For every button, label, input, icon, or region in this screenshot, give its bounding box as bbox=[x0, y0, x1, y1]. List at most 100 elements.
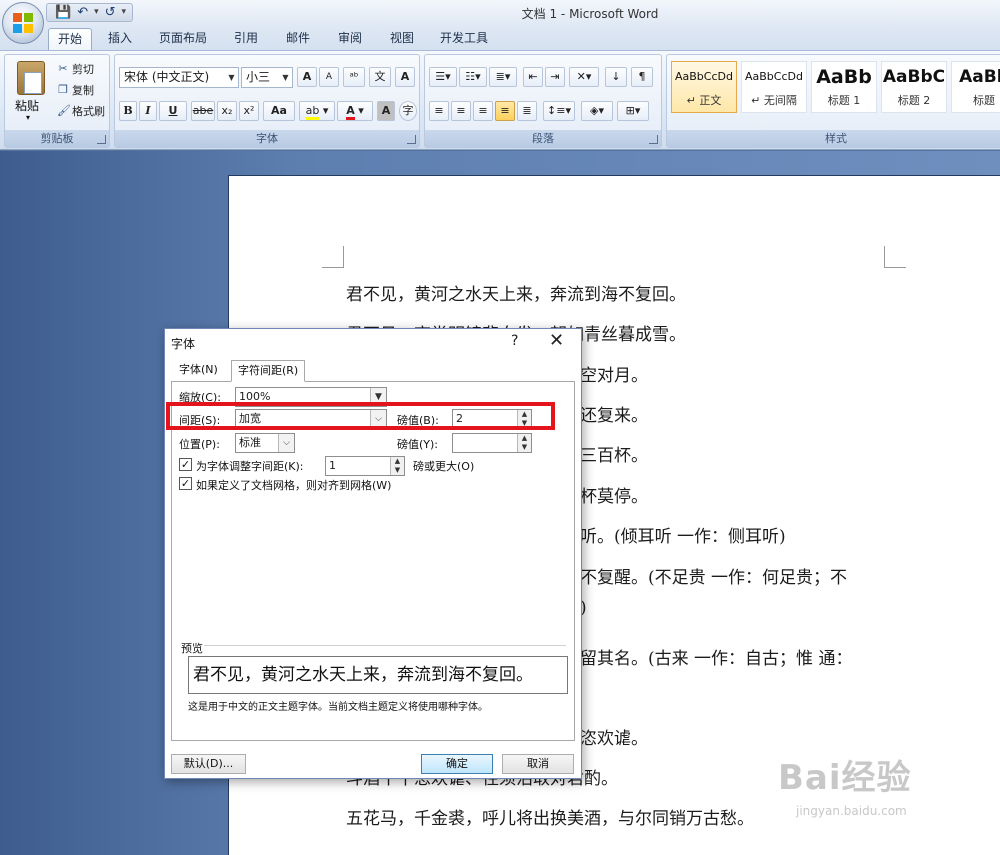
spinner[interactable]: ▲ ▼ bbox=[517, 434, 531, 452]
align-right-icon[interactable]: ≡ bbox=[473, 101, 493, 121]
tab-character-spacing[interactable]: 字符间距(R) bbox=[231, 360, 306, 382]
kerning-value: 1 bbox=[329, 459, 336, 472]
char-shading-icon[interactable]: A bbox=[377, 101, 395, 121]
customize-toolbar-icon[interactable]: ▾ bbox=[122, 4, 127, 21]
close-icon[interactable]: ✕ bbox=[549, 330, 564, 351]
doc-line[interactable]: 三百杯。 bbox=[580, 441, 648, 466]
multilevel-list-icon[interactable]: ≣▾ bbox=[489, 67, 517, 87]
numbering-icon[interactable]: ☷▾ bbox=[459, 67, 487, 87]
change-case-button[interactable]: Aa bbox=[263, 101, 295, 121]
doc-line[interactable]: 空对月。 bbox=[580, 361, 648, 386]
doc-line[interactable]: 留其名。(古来 一作：自古；惟 通： bbox=[580, 644, 852, 669]
clear-format-icon[interactable]: ᵃᵇ bbox=[343, 67, 365, 87]
position-by-input[interactable]: ▲ ▼ bbox=[452, 433, 532, 453]
shrink-font-button[interactable]: A bbox=[319, 67, 339, 87]
watermark-brand: Bai经验 bbox=[778, 758, 912, 798]
style-title[interactable]: AaBb 标题 bbox=[951, 61, 1000, 113]
superscript-button[interactable]: x² bbox=[239, 101, 259, 121]
cut-button[interactable]: ✂ 剪切 bbox=[57, 61, 94, 77]
doc-line[interactable]: 杯莫停。 bbox=[580, 482, 648, 507]
paste-button[interactable]: 粘贴 bbox=[15, 97, 39, 114]
line-spacing-icon[interactable]: ↕≡▾ bbox=[543, 101, 575, 121]
doc-line[interactable]: 恣欢谑。 bbox=[580, 724, 648, 749]
tab-page-layout[interactable]: 页面布局 bbox=[152, 28, 214, 50]
tab-review[interactable]: 审阅 bbox=[332, 28, 368, 50]
spin-up-icon[interactable]: ▲ bbox=[391, 457, 404, 466]
doc-line[interactable]: 君不见，黄河之水天上来，奔流到海不复回。 bbox=[346, 280, 686, 305]
tab-references[interactable]: 引用 bbox=[228, 28, 264, 50]
tab-view[interactable]: 视图 bbox=[384, 28, 420, 50]
chevron-down-icon[interactable]: ▾ bbox=[94, 4, 99, 21]
spinner[interactable]: ▲ ▼ bbox=[390, 457, 404, 475]
asian-layout-icon[interactable]: ✕▾ bbox=[569, 67, 599, 87]
position-select[interactable]: 标准 ⌵ bbox=[235, 433, 295, 453]
font-color-icon[interactable]: A ▾ bbox=[337, 101, 373, 121]
style-normal[interactable]: AaBbCcDd ↵ 正文 bbox=[671, 61, 737, 113]
style-heading-2[interactable]: AaBbC 标题 2 bbox=[881, 61, 947, 113]
office-button[interactable] bbox=[2, 2, 44, 44]
ok-button[interactable]: 确定 bbox=[421, 754, 493, 774]
chevron-down-icon[interactable]: ▼ bbox=[225, 68, 238, 87]
tab-font[interactable]: 字体(N) bbox=[173, 360, 224, 382]
chevron-down-icon[interactable]: ⌵ bbox=[278, 434, 294, 452]
format-painter-button[interactable]: 🖌 格式刷 bbox=[57, 103, 105, 119]
char-border-icon[interactable]: A bbox=[395, 67, 415, 87]
kerning-checkbox[interactable]: ✓ bbox=[179, 458, 192, 471]
italic-button[interactable]: I bbox=[139, 101, 157, 121]
justify-icon[interactable]: ≡ bbox=[495, 101, 515, 121]
window-title: 文档 1 - Microsoft Word bbox=[521, 7, 659, 21]
tab-mailings[interactable]: 邮件 bbox=[280, 28, 316, 50]
increase-indent-icon[interactable]: ⇥ bbox=[545, 67, 565, 87]
font-name-combo[interactable]: 宋体 (中文正文) ▼ bbox=[119, 67, 239, 88]
paste-icon[interactable] bbox=[17, 61, 45, 95]
style-sample: AaBb bbox=[816, 66, 872, 88]
show-marks-icon[interactable]: ¶ bbox=[631, 67, 653, 87]
sort-icon[interactable]: ↓ bbox=[605, 67, 627, 87]
clipboard-launcher-icon[interactable] bbox=[97, 135, 106, 144]
tab-developer[interactable]: 开发工具 bbox=[434, 28, 494, 50]
chevron-down-icon[interactable]: ▼ bbox=[279, 68, 292, 87]
shading-icon[interactable]: ◈▾ bbox=[581, 101, 613, 121]
snap-to-grid-checkbox[interactable]: ✓ bbox=[179, 477, 192, 490]
copy-button[interactable]: ❐ 复制 bbox=[57, 82, 94, 98]
subscript-button[interactable]: x₂ bbox=[217, 101, 237, 121]
align-left-icon[interactable]: ≡ bbox=[429, 101, 449, 121]
doc-line[interactable]: 听。(倾耳听 一作：侧耳听) bbox=[580, 522, 786, 547]
style-heading-1[interactable]: AaBb 标题 1 bbox=[811, 61, 877, 113]
borders-icon[interactable]: ⊞▾ bbox=[617, 101, 649, 121]
doc-line[interactable]: 还复来。 bbox=[580, 401, 648, 426]
phonetic-guide-icon[interactable]: 文 bbox=[369, 67, 391, 87]
font-launcher-icon[interactable] bbox=[407, 135, 416, 144]
grow-font-button[interactable]: A bbox=[297, 67, 317, 87]
bold-button[interactable]: B bbox=[119, 101, 137, 121]
cancel-button[interactable]: 取消 bbox=[502, 754, 574, 774]
help-icon[interactable]: ? bbox=[511, 333, 518, 349]
spin-down-icon[interactable]: ▼ bbox=[391, 466, 404, 475]
strikethrough-button[interactable]: abe bbox=[191, 101, 215, 121]
redo-icon[interactable]: ↺ bbox=[105, 4, 116, 21]
bullets-icon[interactable]: ☰▾ bbox=[429, 67, 457, 87]
tab-insert[interactable]: 插入 bbox=[100, 28, 140, 50]
tab-home[interactable]: 开始 bbox=[48, 28, 92, 50]
underline-button[interactable]: U bbox=[159, 101, 187, 121]
doc-line[interactable]: 五花马，千金裘，呼儿将出换美酒，与尔同销万古愁。 bbox=[346, 804, 754, 829]
highlight-color-icon[interactable]: ab ▾ bbox=[299, 101, 335, 121]
align-center-icon[interactable]: ≡ bbox=[451, 101, 471, 121]
undo-icon[interactable]: ↶ bbox=[77, 4, 88, 21]
style-no-spacing[interactable]: AaBbCcDd ↵ 无间隔 bbox=[741, 61, 807, 113]
kerning-input[interactable]: 1 ▲ ▼ bbox=[325, 456, 405, 476]
default-button[interactable]: 默认(D)... bbox=[171, 754, 246, 774]
enclose-char-icon[interactable]: 字 bbox=[399, 101, 417, 121]
paste-dropdown-icon[interactable]: ▾ bbox=[26, 113, 30, 122]
spin-down-icon[interactable]: ▼ bbox=[518, 443, 531, 452]
decrease-indent-icon[interactable]: ⇤ bbox=[523, 67, 543, 87]
style-name: 标题 2 bbox=[897, 94, 931, 107]
doc-line[interactable]: 不复醒。(不足贵 一作：何足贵；不 bbox=[580, 563, 847, 588]
kerning-suffix: 磅或更大(O) bbox=[413, 460, 475, 473]
distributed-icon[interactable]: ≣ bbox=[517, 101, 537, 121]
font-dialog: 字体 ? ✕ 字体(N) 字符间距(R) 缩放(C): 100% ▼ 间距(S)… bbox=[164, 328, 582, 779]
paragraph-launcher-icon[interactable] bbox=[649, 135, 658, 144]
spin-up-icon[interactable]: ▲ bbox=[518, 434, 531, 443]
save-icon[interactable]: 💾 bbox=[55, 4, 71, 21]
font-size-combo[interactable]: 小三 ▼ bbox=[241, 67, 293, 88]
